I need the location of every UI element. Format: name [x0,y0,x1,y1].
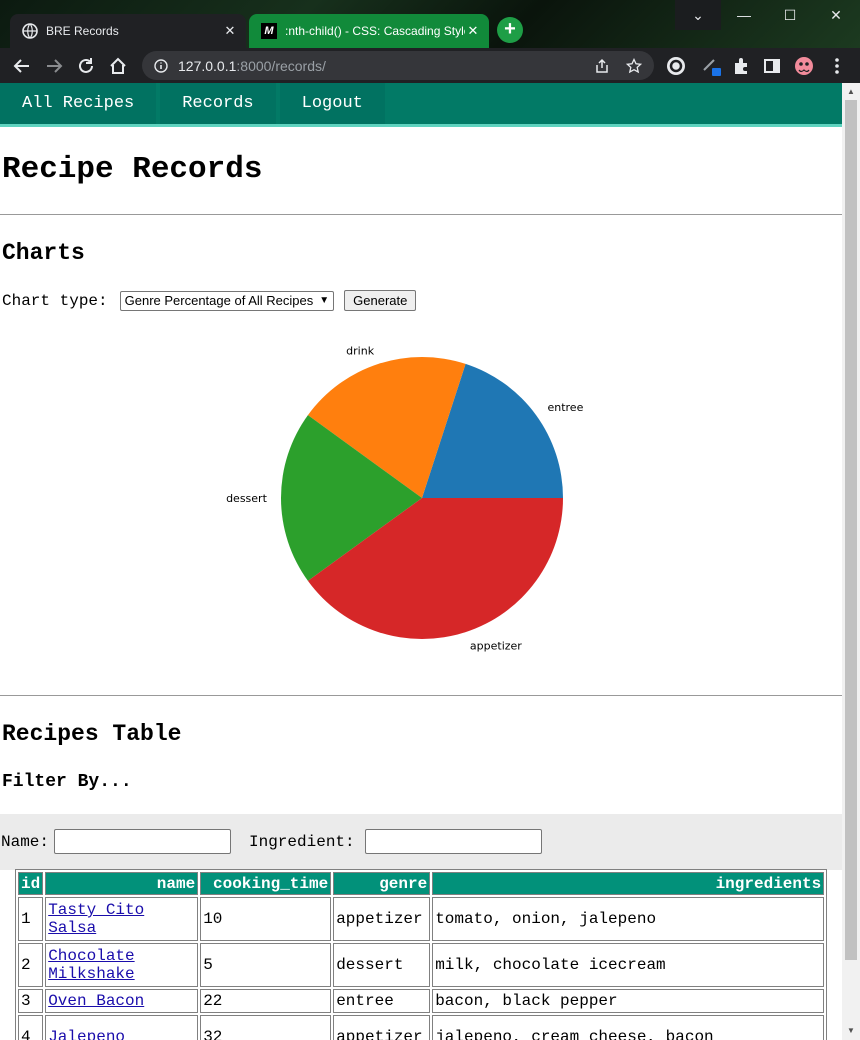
grammarly-extension-icon[interactable] [662,52,690,80]
chart-type-select[interactable]: Genre Percentage of All Recipes ▼ [119,290,335,311]
cell-id: 3 [18,989,44,1013]
cell-cooking-time: 32 [200,1015,332,1040]
site-info-icon[interactable] [154,58,168,73]
ingredient-filter-label: Ingredient: [249,833,355,851]
pie-label-appetizer: appetizer [470,640,522,653]
minimize-icon[interactable]: — [721,0,767,30]
recipe-link[interactable]: Tasty Cito Salsa [48,901,144,937]
forward-arrow-icon[interactable] [40,52,68,80]
recipe-link[interactable]: Oven Bacon [48,992,144,1010]
cell-name: Tasty Cito Salsa [45,897,199,941]
table-row: 1 Tasty Cito Salsa 10 appetizer tomato, … [18,897,825,941]
scroll-up-arrow-icon[interactable]: ▲ [846,87,856,97]
page-content: All Recipes Records Logout Recipe Record… [0,83,842,1040]
browser-toolbar: 127.0.0.1:8000/records/ [0,48,860,83]
name-filter-label: Name: [1,833,50,851]
cell-ingredients: bacon, black pepper [432,989,825,1013]
cell-name: Chocolate Milkshake [45,943,199,987]
maximize-icon[interactable]: ☐ [767,0,813,30]
cell-genre: entree [333,989,431,1013]
cell-ingredients: jalepeno, cream cheese, bacon [432,1015,825,1040]
nav-logout[interactable]: Logout [279,83,385,124]
tab-title: BRE Records [46,24,119,38]
cell-ingredients: milk, chocolate icecream [432,943,825,987]
reload-icon[interactable] [72,52,100,80]
new-tab-button[interactable]: + [497,17,523,43]
chart-type-label: Chart type: [2,291,108,310]
cell-genre: dessert [333,943,431,987]
nav-all-recipes[interactable]: All Recipes [0,83,157,124]
recipes-table: id name cooking_time genre ingredients 1… [15,869,828,1040]
filter-heading: Filter By... [2,772,132,792]
chart-form: Chart type: Genre Percentage of All Reci… [2,290,417,311]
cell-id: 2 [18,943,44,987]
cell-genre: appetizer [333,1015,431,1040]
column-header-genre[interactable]: genre [333,872,431,895]
back-arrow-icon[interactable] [8,52,36,80]
scrollbar-thumb[interactable] [845,100,857,960]
cell-id: 1 [18,897,44,941]
address-bar[interactable]: 127.0.0.1:8000/records/ [142,51,654,80]
url-host: 127.0.0.1 [178,57,237,74]
charts-heading: Charts [2,240,85,266]
extensions-puzzle-icon[interactable] [727,52,755,80]
pen-extension-icon[interactable] [697,52,725,80]
page-scrollbar[interactable]: ▲ ▼ [842,83,860,1040]
chevron-down-icon: ▼ [319,295,330,306]
table-row: 2 Chocolate Milkshake 5 dessert milk, ch… [18,943,825,987]
column-header-name[interactable]: name [45,872,199,895]
tab-mdn-nth-child[interactable]: M :nth-child() - CSS: Cascading Style ✕ [249,14,489,48]
bookmark-star-icon[interactable] [626,58,642,74]
profile-avatar[interactable] [790,52,818,80]
cell-ingredients: tomato, onion, jalepeno [432,897,825,941]
chart-type-selected: Genre Percentage of All Recipes [124,293,314,308]
cell-cooking-time: 22 [200,989,332,1013]
cell-genre: appetizer [333,897,431,941]
pie-label-entree: entree [547,401,583,414]
chrome-menu-icon[interactable] [823,52,851,80]
table-header-row: id name cooking_time genre ingredients [18,872,825,895]
table-row: 3 Oven Bacon 22 entree bacon, black pepp… [18,989,825,1013]
url-path: :8000/records/ [236,57,326,74]
divider [0,695,842,696]
pie-label-drink: drink [346,344,375,357]
side-panel-icon[interactable] [758,52,786,80]
mdn-icon: M [261,23,277,39]
recipes-table-heading: Recipes Table [2,721,182,747]
recipe-link[interactable]: Chocolate Milkshake [48,947,134,983]
page-title: Recipe Records [2,152,263,187]
cell-name: Jalepeno [45,1015,199,1040]
ingredient-filter-input[interactable] [365,829,542,854]
browser-titlebar: BRE Records ✕ M :nth-child() - CSS: Casc… [0,0,860,48]
cell-name: Oven Bacon [45,989,199,1013]
column-header-id[interactable]: id [18,872,44,895]
cell-id: 4 [18,1015,44,1040]
globe-icon [22,23,38,39]
tab-close-icon[interactable]: ✕ [465,23,481,39]
genre-pie-chart: entree drink dessert appetizer [200,328,620,668]
tab-close-icon[interactable]: ✕ [222,23,238,39]
cell-cooking-time: 10 [200,897,332,941]
page-viewport: All Recipes Records Logout Recipe Record… [0,83,860,1040]
share-icon[interactable] [594,58,610,74]
column-header-ingredients[interactable]: ingredients [432,872,825,895]
cell-cooking-time: 5 [200,943,332,987]
close-window-icon[interactable]: ✕ [813,0,859,30]
generate-button[interactable]: Generate [344,290,417,311]
scroll-down-arrow-icon[interactable]: ▼ [846,1026,856,1036]
top-nav: All Recipes Records Logout [0,83,842,127]
recipe-link[interactable]: Jalepeno [48,1028,125,1040]
table-row: 4 Jalepeno 32 appetizer jalepeno, cream … [18,1015,825,1040]
tab-title: :nth-child() - CSS: Cascading Style [285,24,465,38]
home-icon[interactable] [104,52,132,80]
nav-records[interactable]: Records [160,83,276,124]
column-header-cooking-time[interactable]: cooking_time [200,872,332,895]
divider [0,214,842,215]
tab-bre-records[interactable]: BRE Records ✕ [10,14,246,48]
name-filter-input[interactable] [54,829,231,854]
pie-label-dessert: dessert [226,492,268,505]
tab-search-chevron-icon[interactable]: ⌄ [675,0,721,30]
